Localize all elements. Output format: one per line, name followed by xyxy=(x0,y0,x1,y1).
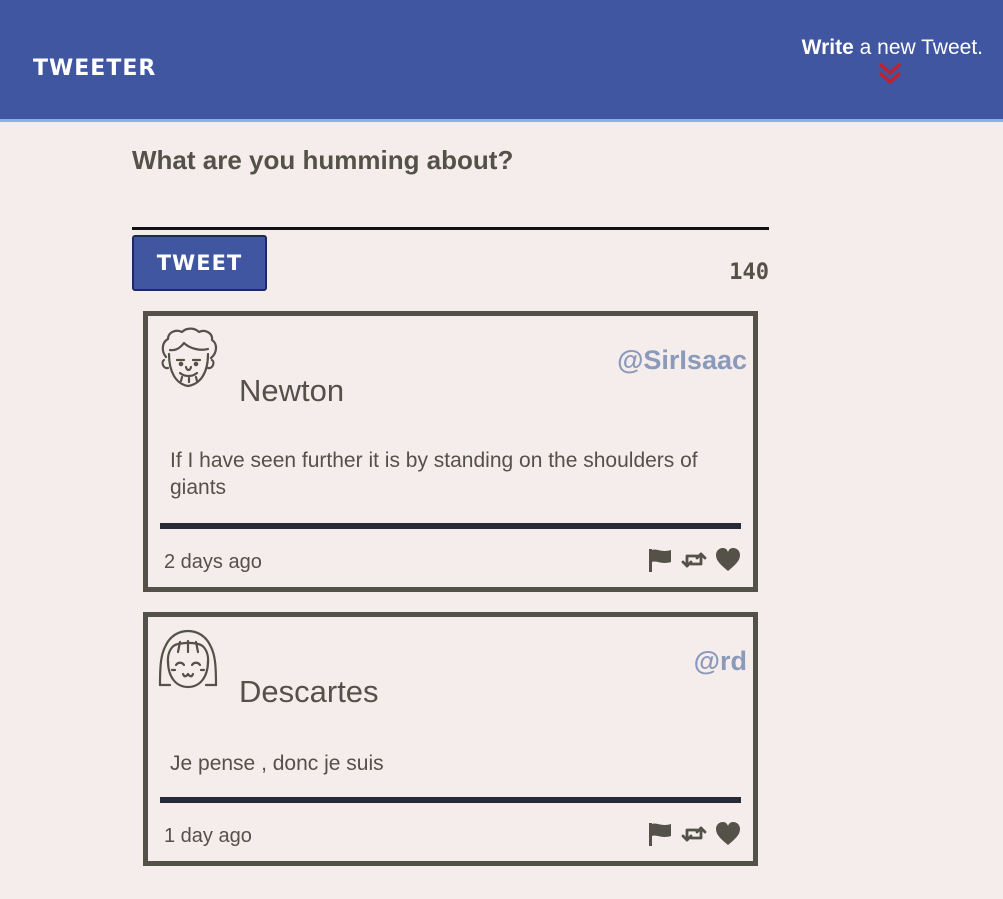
tweet-author-name: Descartes xyxy=(239,674,379,709)
double-chevron-down-icon[interactable] xyxy=(876,62,904,86)
retweet-icon[interactable] xyxy=(681,547,707,573)
new-tweet-form: What are you humming about? TWEET 140 xyxy=(132,140,769,291)
tweet-actions xyxy=(647,821,741,847)
tweet-content: If I have seen further it is by standing… xyxy=(170,449,698,499)
tweet-author-name: Newton xyxy=(239,373,345,408)
heart-icon[interactable] xyxy=(715,821,741,847)
retweet-icon[interactable] xyxy=(681,821,707,847)
tweet-actions xyxy=(647,547,741,573)
tweet-author-handle[interactable]: @rd xyxy=(694,643,747,679)
write-tweet-link[interactable]: Write a new Tweet. xyxy=(802,34,983,62)
woman-bangs-avatar-icon xyxy=(158,629,218,689)
flag-icon[interactable] xyxy=(647,821,673,847)
tweet-author-handle[interactable]: @SirIsaac xyxy=(617,342,747,378)
brand-logo[interactable]: TWEETER xyxy=(33,54,156,84)
tweet-submit-button[interactable]: TWEET xyxy=(132,235,267,291)
new-tweet-label: a new Tweet. xyxy=(853,36,983,59)
tweet-content: Je pense , donc je suis xyxy=(170,752,384,775)
write-label: Write xyxy=(801,36,854,59)
heart-icon[interactable] xyxy=(715,547,741,573)
tweet-divider xyxy=(160,523,741,529)
tweet-card: Newton @SirIsaac If I have seen further … xyxy=(143,311,758,592)
character-counter: 140 xyxy=(729,260,769,285)
tweet-card: Descartes @rd Je pense , donc je suis 1 … xyxy=(143,612,758,866)
tweet-timestamp: 2 days ago xyxy=(164,551,262,573)
top-navbar: TWEETER Write a new Tweet. xyxy=(0,0,1003,122)
tweet-divider xyxy=(160,797,741,803)
tweet-timestamp: 1 day ago xyxy=(164,825,252,847)
tweet-text-input[interactable] xyxy=(132,192,769,230)
compose-prompt: What are you humming about? xyxy=(132,145,514,175)
flag-icon[interactable] xyxy=(647,547,673,573)
man-curly-hair-avatar-icon xyxy=(161,327,218,388)
